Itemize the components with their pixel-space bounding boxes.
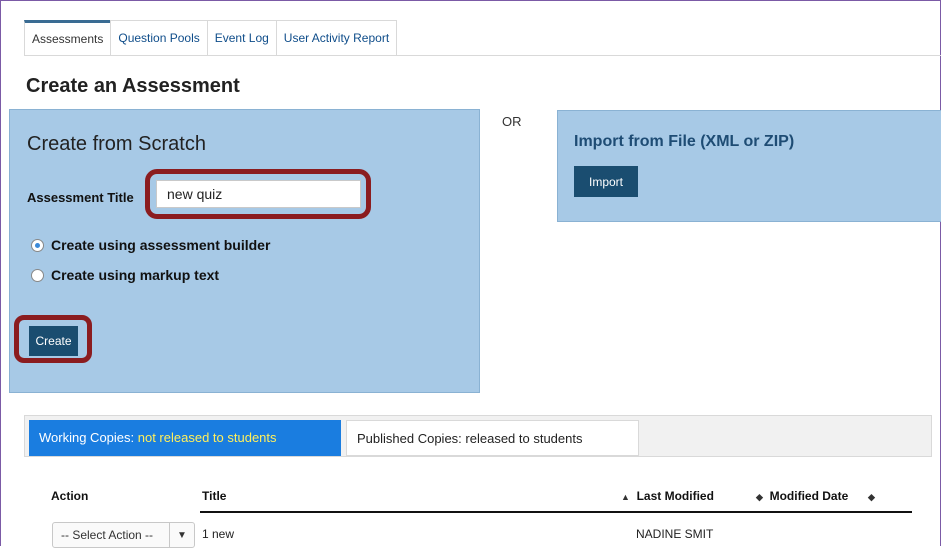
column-header-title[interactable]: Title — [202, 489, 226, 503]
chevron-down-icon[interactable]: ▼ — [168, 523, 194, 547]
page-title: Create an Assessment — [26, 75, 240, 97]
option-markup-label: Create using markup text — [51, 267, 220, 283]
tab-question-pools[interactable]: Question Pools — [110, 20, 208, 55]
published-copies-label: Published Copies: — [357, 431, 462, 446]
copies-tabs: Working Copies: not released to students… — [24, 415, 932, 457]
column-header-action: Action — [51, 489, 89, 503]
option-assessment-builder[interactable]: Create using assessment builder — [31, 237, 270, 253]
import-button[interactable]: Import — [574, 166, 638, 197]
option-markup-text[interactable]: Create using markup text — [31, 267, 219, 283]
select-action-dropdown[interactable]: -- Select Action -- ▼ — [52, 522, 195, 548]
tab-working-copies[interactable]: Working Copies: not released to students — [29, 420, 341, 456]
sort-ascending-icon: ▲ — [621, 492, 630, 502]
working-copies-sub: not released to students — [134, 430, 277, 445]
option-builder-label: Create using assessment builder — [51, 237, 271, 253]
sort-both-icon: ◆ — [756, 492, 763, 502]
create-button-highlight: Create — [14, 315, 92, 363]
working-copies-label: Working Copies: — [39, 430, 135, 445]
header-divider — [200, 511, 912, 513]
tab-published-copies[interactable]: Published Copies: released to students — [346, 420, 639, 456]
tab-user-activity-report[interactable]: User Activity Report — [275, 20, 398, 55]
modified-date-label: Modified Date — [769, 489, 849, 503]
tool-tabs: Assessments Question Pools Event Log Use… — [24, 20, 941, 56]
radio-selected-icon[interactable] — [31, 238, 44, 252]
import-from-file-panel: Import from File (XML or ZIP) Import — [557, 110, 941, 222]
assessment-title-input[interactable] — [156, 180, 361, 208]
sort-both-icon[interactable]: ◆ — [868, 489, 875, 503]
tab-assessments[interactable]: Assessments — [24, 20, 112, 55]
row-title[interactable]: 1 new — [202, 527, 234, 541]
column-header-modified-date[interactable]: ◆ Modified Date — [756, 489, 848, 503]
published-copies-sub: released to students — [461, 431, 583, 446]
column-header-last-modified[interactable]: ▲ Last Modified — [621, 489, 714, 503]
import-title: Import from File (XML or ZIP) — [574, 133, 795, 150]
tab-event-log[interactable]: Event Log — [206, 20, 277, 55]
create-from-scratch-panel: Create from Scratch Assessment Title Cre… — [9, 109, 480, 393]
or-separator: OR — [502, 114, 522, 129]
assessment-title-label: Assessment Title — [27, 190, 134, 205]
select-action-label: -- Select Action -- — [61, 528, 154, 542]
radio-empty-icon[interactable] — [31, 268, 44, 282]
create-button[interactable]: Create — [29, 326, 78, 356]
panel-title: Create from Scratch — [27, 133, 206, 155]
last-modified-label: Last Modified — [636, 489, 714, 503]
row-last-modified: NADINE SMIT — [636, 527, 714, 541]
title-input-highlight — [145, 169, 371, 219]
